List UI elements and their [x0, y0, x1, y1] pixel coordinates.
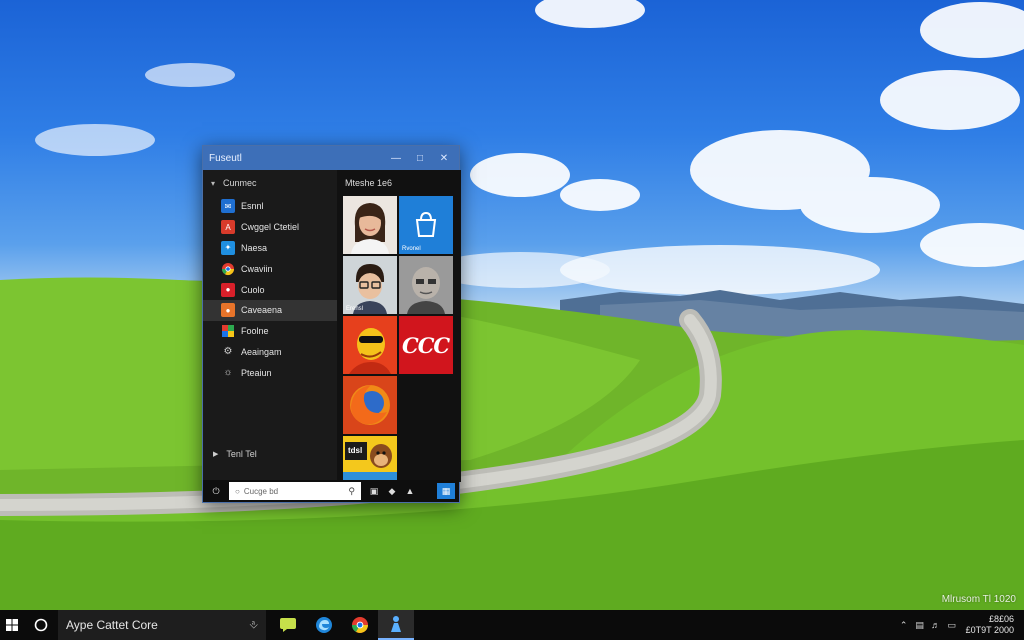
list-item[interactable]: ● Caveaena — [203, 299, 337, 321]
system-tray: ⌃ ▤ ♬ ▭ £8£06 £0T9T 2000 — [896, 610, 1024, 640]
cartoon-sunglasses-tile[interactable] — [343, 316, 397, 374]
cortana-circle-icon — [34, 618, 48, 632]
woman-portrait-icon — [343, 196, 397, 254]
taskbar-search-input[interactable]: Aype Cattet Core ⎀ — [58, 610, 266, 640]
list-item[interactable]: Foolne — [203, 321, 337, 342]
desktop-wallpaper — [0, 0, 1024, 610]
cortana-button[interactable] — [24, 610, 58, 640]
recycle-icon[interactable]: ▲ — [401, 483, 419, 499]
coca-cola-tile[interactable]: CCC — [399, 316, 453, 374]
list-item-label: Pteaiun — [241, 367, 272, 378]
chat-icon — [280, 618, 296, 632]
person-woman-tile[interactable] — [343, 196, 397, 254]
cartoon-monkey-tile[interactable]: tdsl — [343, 436, 397, 482]
list-item[interactable]: Cwaviin — [203, 258, 337, 279]
clock-date: £0T9T 2000 — [965, 625, 1014, 635]
minimize-icon[interactable]: — — [387, 149, 405, 167]
list-item[interactable]: ● Cuolo — [203, 279, 337, 300]
person-bald-tile[interactable] — [399, 256, 453, 314]
list-item-label: Cwaviin — [241, 263, 273, 274]
coca-cola-logo: CCC — [402, 333, 450, 358]
multicolor-app-icon — [221, 324, 235, 338]
taskbar: Aype Cattet Core ⎀ ⌃ ▤ ♬ ▭ £8£06 £0T9T 2… — [0, 610, 1024, 640]
taskbar-edge-app[interactable] — [306, 610, 342, 640]
tiles-pane: Mteshe 1e6 Rvonel Erensl CCC tdsl — [337, 170, 461, 482]
bag-icon[interactable]: ◆ — [383, 483, 401, 499]
chevron-down-icon: ▾ — [211, 178, 216, 188]
taskbar-search-text: Aype Cattet Core — [66, 618, 158, 632]
settings-icon: ☼ — [223, 367, 233, 379]
gear-icon: ⚙ — [223, 346, 233, 358]
taskbar-clock[interactable]: £8£06 £0T9T 2000 — [960, 614, 1020, 636]
chevron-up-icon[interactable]: ⌃ — [896, 610, 912, 640]
app-list-pane: ▾ Cunmec ✉ Esnnl A Cwggel Ctetiel ✦ Naes… — [203, 170, 337, 482]
cartoon-character-icon — [343, 316, 397, 374]
list-item[interactable]: ✦ Naesa — [203, 238, 337, 259]
taskbar-messages-app[interactable] — [270, 610, 306, 640]
acrobat-icon: A — [221, 220, 235, 235]
app-list-header[interactable]: ▾ Cunmec — [203, 170, 337, 196]
start-search-input[interactable]: ○ Cucge bd ⚲ — [229, 482, 361, 500]
taskbar-pinned-app[interactable] — [378, 610, 414, 640]
list-item[interactable]: ☼ Pteaiun — [203, 362, 337, 383]
tile-label: Erensl — [346, 306, 364, 312]
list-item[interactable]: A Cwggel Ctetiel — [203, 217, 337, 238]
edge-icon — [316, 617, 332, 633]
window-title: Fuseutl — [209, 152, 242, 164]
all-apps-label: Tenl Tel — [226, 449, 257, 459]
search-box-icon: ○ — [235, 486, 240, 496]
list-item-label: Aeaingam — [241, 346, 282, 357]
list-item-label: Foolne — [241, 326, 269, 337]
search-icon[interactable]: ⚲ — [348, 486, 355, 497]
list-item-label: Esnnl — [241, 201, 264, 212]
volume-icon[interactable]: ♬ — [928, 610, 944, 640]
chrome-icon — [221, 262, 235, 276]
person-icon — [391, 616, 401, 632]
twitter-icon: ✦ — [221, 240, 235, 255]
red-app-icon: ● — [221, 282, 235, 297]
start-menu-window[interactable]: Fuseutl — □ ✕ ▾ Cunmec ✉ Esnnl A Cwggel … — [202, 145, 461, 503]
microphone-icon[interactable]: ⎀ — [249, 619, 258, 632]
app-list-header-label: Cunmec — [223, 178, 257, 188]
wallpaper-landscape — [0, 0, 1024, 610]
tile-icon[interactable]: ▦ — [437, 483, 455, 499]
orange-app-icon: ● — [221, 303, 235, 318]
firefox-tile[interactable] — [343, 376, 397, 434]
list-item-label: Cwggel Ctetiel — [241, 222, 300, 233]
os-watermark: Mlrusom Tl 1020 — [941, 594, 1016, 605]
mail-icon: ✉ — [221, 199, 235, 214]
maximize-icon[interactable]: □ — [411, 149, 429, 167]
window-icon[interactable]: ▣ — [365, 483, 383, 499]
chrome-icon — [352, 617, 368, 633]
list-item-label: Naesa — [241, 242, 268, 253]
network-icon[interactable]: ▤ — [912, 610, 928, 640]
person-man-glasses-tile[interactable]: Erensl — [343, 256, 397, 314]
close-icon[interactable]: ✕ — [435, 149, 453, 167]
tile-label: tdsl — [348, 446, 363, 455]
start-search-text: Cucge bd — [243, 486, 279, 496]
list-item-label: Caveaena — [241, 305, 283, 316]
list-item[interactable]: ✉ Esnnl — [203, 196, 337, 217]
list-item[interactable]: ⚙ Aeaingam — [203, 342, 337, 363]
list-item-label: Cuolo — [241, 284, 265, 295]
window-titlebar[interactable]: Fuseutl — □ ✕ — [203, 146, 459, 170]
start-menu-bottom-bar: ⏻ ○ Cucge bd ⚲ ▣ ◆ ▲ ▦ — [203, 480, 459, 502]
clock-time: £8£06 — [988, 614, 1014, 624]
power-icon[interactable]: ⏻ — [207, 483, 225, 499]
app-list: ✉ Esnnl A Cwggel Ctetiel ✦ Naesa Cwaviin… — [203, 196, 337, 383]
start-button[interactable] — [0, 610, 24, 640]
store-tile[interactable]: Rvonel — [399, 196, 453, 254]
chevron-right-icon: ▶ — [213, 451, 219, 458]
tiles-header: Mteshe 1e6 — [345, 178, 393, 188]
cartoon-monkey-icon — [343, 436, 397, 482]
battery-icon[interactable]: ▭ — [944, 610, 960, 640]
tile-label: Rvonel — [402, 246, 421, 252]
taskbar-chrome-app[interactable] — [342, 610, 378, 640]
windows-logo-icon — [6, 619, 18, 631]
firefox-icon — [343, 376, 397, 434]
all-apps-link[interactable]: ▶ Tenl Tel — [203, 444, 337, 464]
bald-man-portrait-icon — [399, 256, 453, 314]
